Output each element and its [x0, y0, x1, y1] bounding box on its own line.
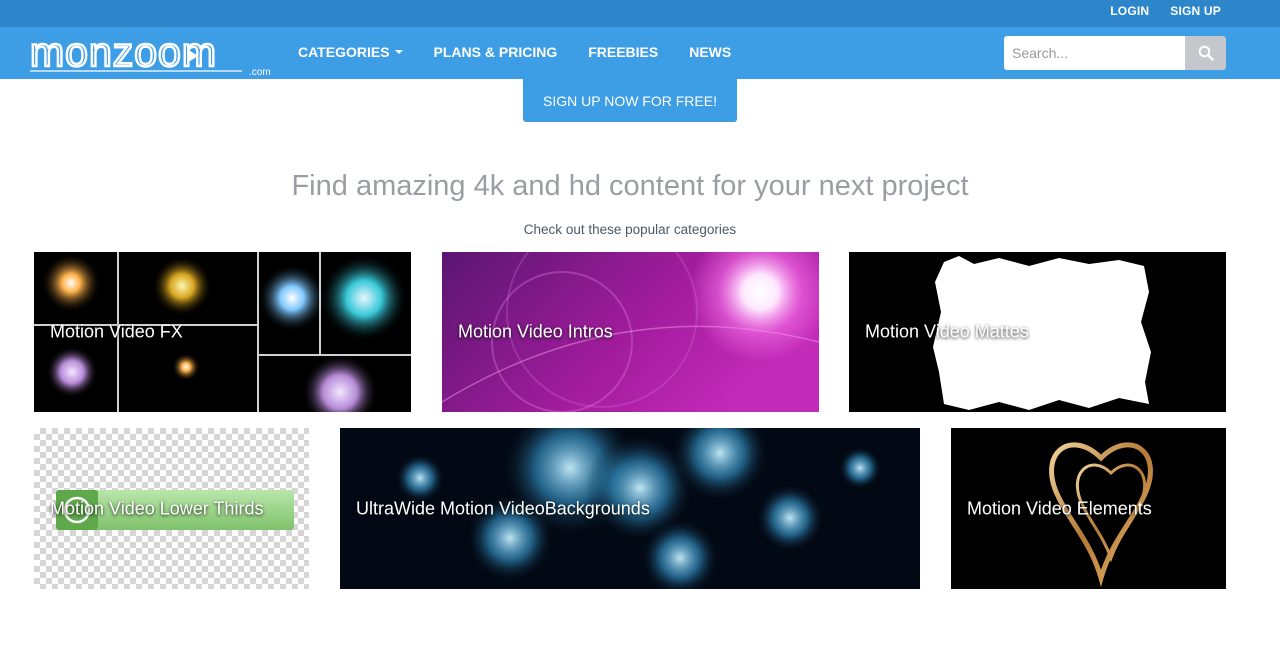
category-label: Motion Video Mattes [865, 321, 1029, 342]
category-tile-mattes[interactable]: Motion Video Mattes [849, 252, 1226, 412]
search-icon [1198, 45, 1214, 61]
search-box [1004, 36, 1226, 70]
main-navbar: monzoom .com CATEGORIES PLANS & PRICING … [0, 27, 1280, 79]
category-label: Motion Video Lower Thirds [50, 498, 264, 518]
category-tile-ultrawide[interactable]: UltraWide Motion VideoBackgrounds [340, 428, 920, 589]
account-links: LOGIN SIGN UP [1110, 4, 1221, 18]
signup-free-button[interactable]: SIGN UP NOW FOR FREE! [523, 79, 737, 122]
signup-link[interactable]: SIGN UP [1170, 4, 1221, 18]
svg-text:.com: .com [249, 67, 271, 75]
category-label: Motion Video Elements [967, 498, 1152, 518]
category-tile-lower-thirds[interactable]: Motion Video Lower Thirds [34, 428, 309, 589]
category-label: UltraWide Motion VideoBackgrounds [356, 498, 650, 518]
monzoom-logo: monzoom .com [29, 28, 271, 78]
nav-categories[interactable]: CATEGORIES [298, 44, 403, 60]
login-link[interactable]: LOGIN [1110, 4, 1149, 18]
logo[interactable]: monzoom .com [29, 28, 272, 78]
category-tile-elements[interactable]: Motion Video Elements [951, 428, 1226, 589]
page-subheading: Check out these popular categories [523, 222, 737, 237]
category-tile-intros[interactable]: Motion Video Intros [442, 252, 819, 412]
primary-nav: CATEGORIES PLANS & PRICING FREEBIES NEWS [298, 44, 731, 60]
nav-news[interactable]: NEWS [689, 44, 731, 60]
page-headline: Find amazing 4k and hd content for your … [291, 170, 969, 202]
category-label: Motion Video FX [50, 321, 183, 342]
search-input[interactable] [1004, 36, 1185, 70]
caret-down-icon [394, 50, 403, 54]
nav-plans-pricing[interactable]: PLANS & PRICING [434, 44, 558, 60]
search-button[interactable] [1185, 36, 1226, 70]
nav-freebies[interactable]: FREEBIES [588, 44, 658, 60]
nav-categories-label: CATEGORIES [298, 44, 390, 60]
category-tile-fx[interactable]: Motion Video FX [34, 252, 411, 412]
category-label: Motion Video Intros [458, 321, 613, 342]
top-bar: LOGIN SIGN UP [0, 0, 1280, 27]
